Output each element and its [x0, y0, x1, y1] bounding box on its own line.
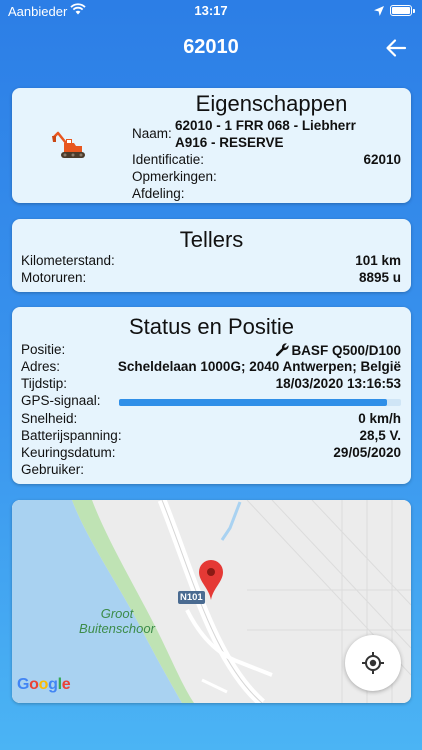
map-view[interactable]: Groot Buitenschoor N101 Google: [12, 500, 411, 703]
battery-voltage-value: 28,5 V.: [359, 428, 401, 443]
address-label: Adres:: [21, 359, 61, 374]
identification-label: Identificatie:: [132, 152, 205, 167]
odometer-label: Kilometerstand:: [21, 253, 115, 268]
odometer-row: Kilometerstand: 101 km: [21, 253, 401, 270]
name-value: 62010 - 1 FRR 068 - Liebherr A916 - RESE…: [175, 117, 401, 151]
google-letter: o: [29, 676, 39, 693]
position-text: BASF Q500/D100: [291, 343, 401, 358]
page-title: 62010: [183, 36, 239, 58]
google-letter: o: [38, 676, 49, 693]
speed-label: Snelheid:: [21, 411, 78, 426]
gps-signal-bar: [119, 399, 401, 406]
locate-button[interactable]: [345, 635, 401, 691]
battery-icon: [390, 5, 415, 16]
excavator-icon: [52, 130, 92, 165]
battery-voltage-label: Batterijspanning:: [21, 428, 122, 443]
location-arrow-icon: [374, 4, 384, 19]
name-label: Naam:: [132, 126, 172, 141]
engine-hours-value: 8895 u: [358, 270, 401, 285]
speed-value: 0 km/h: [358, 411, 401, 426]
battery-voltage-row: Batterijspanning: 28,5 V.: [21, 428, 401, 445]
google-logo: Google: [17, 676, 71, 694]
gps-label: GPS-signaal:: [21, 393, 101, 408]
wifi-icon: [70, 3, 86, 18]
inspection-date-value: 29/05/2020: [333, 445, 401, 460]
status-bar: Aanbieder 13:17: [0, 0, 422, 22]
position-row: Positie: BASF Q500/D100: [21, 342, 401, 359]
google-letter: G: [17, 676, 30, 693]
arrow-left-icon[interactable]: [384, 36, 408, 60]
engine-hours-label: Motoruren:: [21, 270, 87, 285]
google-letter: e: [61, 676, 71, 693]
properties-card: Eigenschappen Naam: 62010 - 1 FRR 068 - …: [12, 88, 411, 203]
position-value: BASF Q500/D100: [275, 342, 401, 360]
navigation-bar: 62010: [0, 22, 422, 76]
name-value-line1: 62010 - 1 FRR 068 - Liebherr: [175, 118, 356, 133]
place-label-line1: Groot: [100, 606, 134, 621]
odometer-value: 101 km: [355, 253, 401, 268]
carrier-name: Aanbieder: [8, 4, 68, 19]
wrench-icon: [275, 342, 290, 360]
inspection-date-row: Keuringsdatum: 29/05/2020: [21, 445, 401, 462]
counters-title: Tellers: [179, 227, 244, 252]
status-title: Status en Positie: [128, 314, 295, 339]
google-attribution: Google: [17, 676, 71, 693]
place-label: Groot Buitenschoor: [72, 606, 162, 636]
timestamp-label: Tijdstip:: [21, 376, 68, 391]
counters-card: Tellers Kilometerstand: 101 km Motoruren…: [12, 219, 411, 292]
properties-title: Eigenschappen: [195, 91, 348, 116]
department-label: Afdeling:: [132, 186, 185, 201]
identification-value: 62010: [363, 152, 401, 167]
user-label: Gebruiker:: [21, 462, 85, 477]
remarks-label: Opmerkingen:: [132, 169, 217, 184]
address-value: Scheldelaan 1000G; 2040 Antwerpen; Belgi…: [117, 359, 401, 374]
position-label: Positie:: [21, 342, 66, 357]
user-row: Gebruiker:: [21, 462, 401, 479]
engine-hours-row: Motoruren: 8895 u: [21, 270, 401, 287]
gps-signal-fill: [119, 399, 387, 406]
address-row: Adres: Scheldelaan 1000G; 2040 Antwerpen…: [21, 359, 401, 376]
timestamp-value: 18/03/2020 13:16:53: [275, 376, 401, 391]
name-value-line2: A916 - RESERVE: [175, 135, 284, 150]
status-card: Status en Positie Positie: BASF Q500/D10…: [12, 307, 411, 484]
place-label-line2: Buitenschoor: [79, 621, 155, 636]
speed-row: Snelheid: 0 km/h: [21, 411, 401, 428]
inspection-date-label: Keuringsdatum:: [21, 445, 116, 460]
google-letter: g: [48, 676, 58, 693]
timestamp-row: Tijdstip: 18/03/2020 13:16:53: [21, 376, 401, 393]
